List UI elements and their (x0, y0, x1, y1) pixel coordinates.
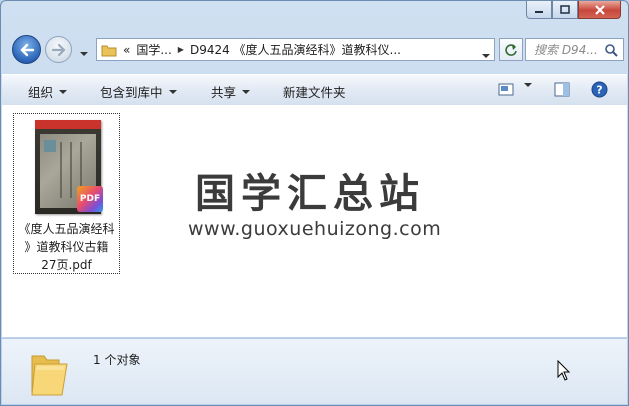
minimize-button[interactable] (526, 1, 552, 19)
address-bar[interactable]: « 国学... ▶ D9424 《度人五品演经科》道教科仪... (96, 38, 495, 61)
details-pane: 1 个对象 (2, 338, 627, 404)
explorer-window: « 国学... ▶ D9424 《度人五品演经科》道教科仪... 搜索 D94.… (0, 0, 629, 406)
file-name: 《度人五品演经科 》道教科仪古籍 27页.pdf (14, 220, 119, 274)
cover-text-column (70, 142, 72, 198)
breadcrumb: « 国学... ▶ D9424 《度人五品演经科》道教科仪... (123, 41, 401, 58)
back-button[interactable] (12, 35, 41, 64)
refresh-button[interactable] (499, 38, 523, 61)
caption-buttons (526, 1, 621, 19)
item-count: 1 个对象 (93, 353, 141, 367)
file-item[interactable]: PDF 《度人五品演经科 》道教科仪古籍 27页.pdf (13, 113, 120, 274)
watermark-url: www.guoxuehuizong.com (188, 218, 442, 240)
organize-menu[interactable]: 组织 (28, 82, 68, 101)
chevron-down-icon (168, 89, 177, 94)
share-menu[interactable]: 共享 (211, 82, 251, 101)
pdf-file-icon: PDF (77, 186, 103, 212)
maximize-icon (560, 4, 570, 14)
chevron-down-icon (524, 83, 532, 87)
address-dropdown[interactable] (482, 47, 490, 61)
search-icon[interactable] (604, 43, 618, 57)
breadcrumb-item[interactable]: 国学... (136, 41, 171, 58)
share-label: 共享 (211, 85, 237, 100)
breadcrumb-separator-icon[interactable]: ▶ (178, 45, 184, 54)
view-icon (498, 83, 514, 96)
chevron-down-icon (242, 89, 251, 94)
search-box[interactable]: 搜索 D94... (525, 38, 624, 61)
close-button[interactable] (578, 1, 621, 19)
new-folder-label: 新建文件夹 (283, 85, 346, 100)
close-icon (594, 4, 605, 15)
address-overflow[interactable]: « (123, 43, 130, 57)
folder-icon (31, 355, 68, 396)
refresh-icon (505, 43, 517, 56)
forward-button[interactable] (45, 36, 72, 63)
preview-pane-button[interactable] (554, 82, 570, 97)
cover-text-column (60, 142, 62, 198)
chevron-down-icon (59, 89, 68, 94)
mouse-cursor-icon (557, 360, 571, 381)
minimize-icon (535, 10, 543, 13)
include-in-library-menu[interactable]: 包含到库中 (100, 82, 177, 101)
navigation-bar: « 国学... ▶ D9424 《度人五品演经科》道教科仪... 搜索 D94.… (9, 35, 624, 65)
command-bar: 组织 包含到库中 共享 新建文件夹 ? (2, 74, 627, 106)
include-in-library-label: 包含到库中 (100, 85, 163, 100)
organize-label: 组织 (28, 85, 54, 100)
svg-text:?: ? (596, 84, 602, 97)
recent-pages-dropdown[interactable] (80, 45, 88, 59)
thumbnail-header (35, 120, 101, 129)
forward-arrow-icon (51, 43, 66, 56)
help-icon: ? (591, 81, 608, 98)
back-arrow-icon (19, 43, 34, 56)
file-name-line: 》道教科仪古籍 (24, 240, 109, 254)
preview-pane-icon (554, 82, 570, 97)
folder-icon (101, 45, 117, 56)
watermark-title: 国学汇总站 (195, 171, 425, 217)
help-button[interactable]: ? (591, 81, 608, 98)
file-name-line: 27页.pdf (41, 258, 92, 272)
maximize-button[interactable] (552, 1, 578, 19)
search-input[interactable]: 搜索 D94... (534, 41, 604, 58)
chevron-down-icon (80, 52, 88, 56)
change-view-button[interactable] (498, 83, 514, 96)
cover-stamp (44, 140, 56, 152)
breadcrumb-item-current[interactable]: D9424 《度人五品演经科》道教科仪... (190, 41, 401, 58)
file-list-pane[interactable]: PDF 《度人五品演经科 》道教科仪古籍 27页.pdf 国学汇总站 www.g… (2, 105, 627, 337)
file-name-line: 《度人五品演经科 (18, 222, 115, 236)
new-folder-button[interactable]: 新建文件夹 (283, 82, 346, 101)
chevron-down-icon (482, 54, 490, 58)
view-options-dropdown[interactable] (524, 83, 532, 87)
